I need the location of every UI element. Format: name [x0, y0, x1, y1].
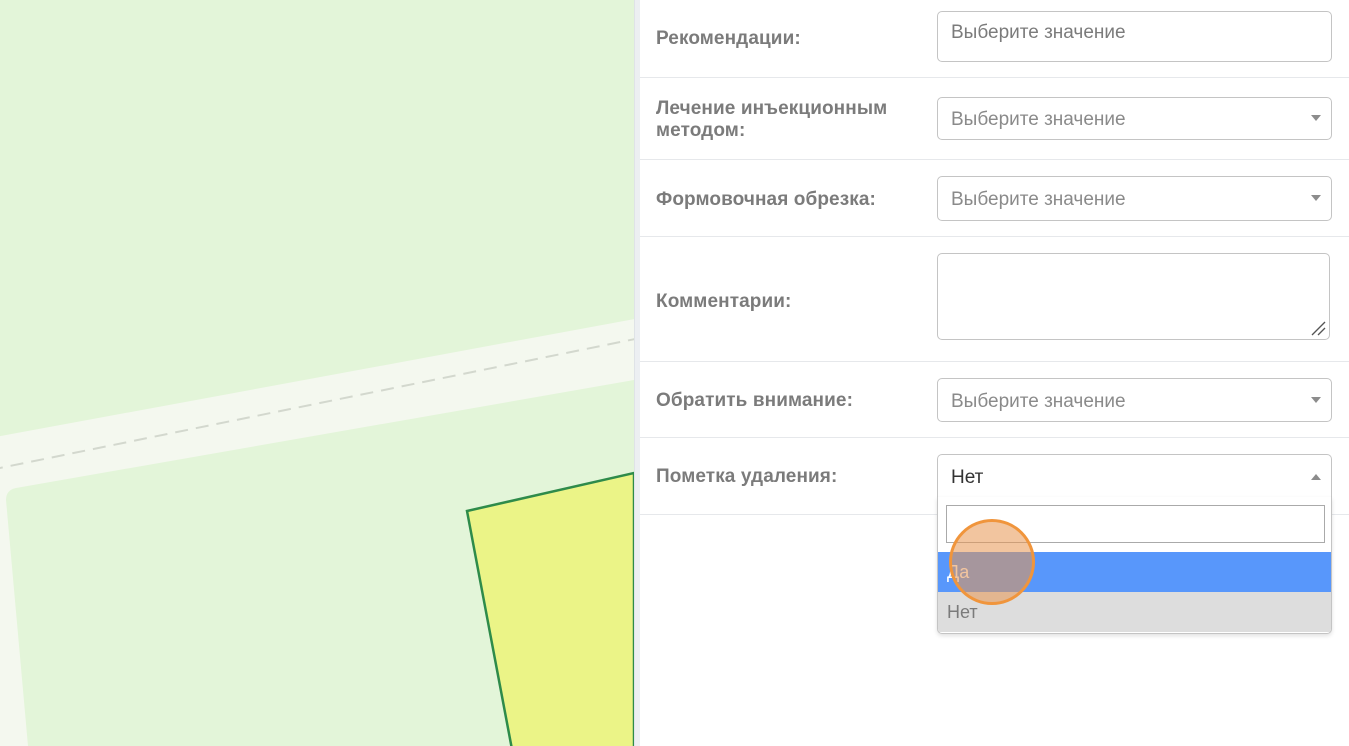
attention-label: Обратить внимание:	[656, 390, 853, 411]
chevron-up-icon	[1311, 474, 1321, 480]
chevron-down-icon	[1311, 195, 1321, 201]
comments-textarea[interactable]	[937, 253, 1330, 340]
injection-label: Лечение инъекционным методом:	[656, 98, 887, 142]
map-view[interactable]	[0, 0, 634, 746]
map-canvas	[0, 319, 634, 746]
row-recommendations: Рекомендации: Выберите значение	[640, 0, 1349, 78]
dropdown-option-yes[interactable]: Да	[938, 552, 1331, 592]
deletion-dropdown: Да Нет	[937, 497, 1332, 634]
injection-label-line2: методом:	[656, 120, 746, 141]
recommendations-placeholder: Выберите значение	[951, 22, 1126, 43]
pruning-placeholder: Выберите значение	[951, 189, 1126, 210]
injection-placeholder: Выберите значение	[951, 109, 1126, 130]
row-attention: Обратить внимание: Выберите значение	[640, 362, 1349, 438]
chevron-down-icon	[1311, 115, 1321, 121]
pruning-select[interactable]: Выберите значение	[937, 176, 1332, 221]
deletion-label: Пометка удаления:	[656, 466, 838, 487]
attention-placeholder: Выберите значение	[951, 391, 1126, 412]
dropdown-search-input[interactable]	[946, 505, 1325, 543]
injection-select[interactable]: Выберите значение	[937, 97, 1332, 140]
deletion-selected-value: Нет	[951, 467, 984, 488]
deletion-select[interactable]: Нет	[937, 454, 1332, 498]
comments-label: Комментарии:	[656, 291, 792, 312]
injection-label-line1: Лечение инъекционным	[656, 98, 888, 119]
recommendations-label: Рекомендации:	[656, 28, 801, 49]
dropdown-option-no[interactable]: Нет	[938, 592, 1331, 632]
pruning-label: Формовочная обрезка:	[656, 189, 876, 210]
recommendations-input[interactable]: Выберите значение	[937, 11, 1332, 62]
attributes-form: Рекомендации: Выберите значение Лечение …	[640, 0, 1349, 746]
attention-select[interactable]: Выберите значение	[937, 378, 1332, 422]
resize-grip-icon[interactable]	[1310, 320, 1326, 336]
chevron-down-icon	[1311, 397, 1321, 403]
row-comments: Комментарии:	[640, 237, 1349, 362]
row-injection: Лечение инъекционным методом: Выберите з…	[640, 78, 1349, 160]
row-pruning: Формовочная обрезка: Выберите значение	[640, 160, 1349, 237]
